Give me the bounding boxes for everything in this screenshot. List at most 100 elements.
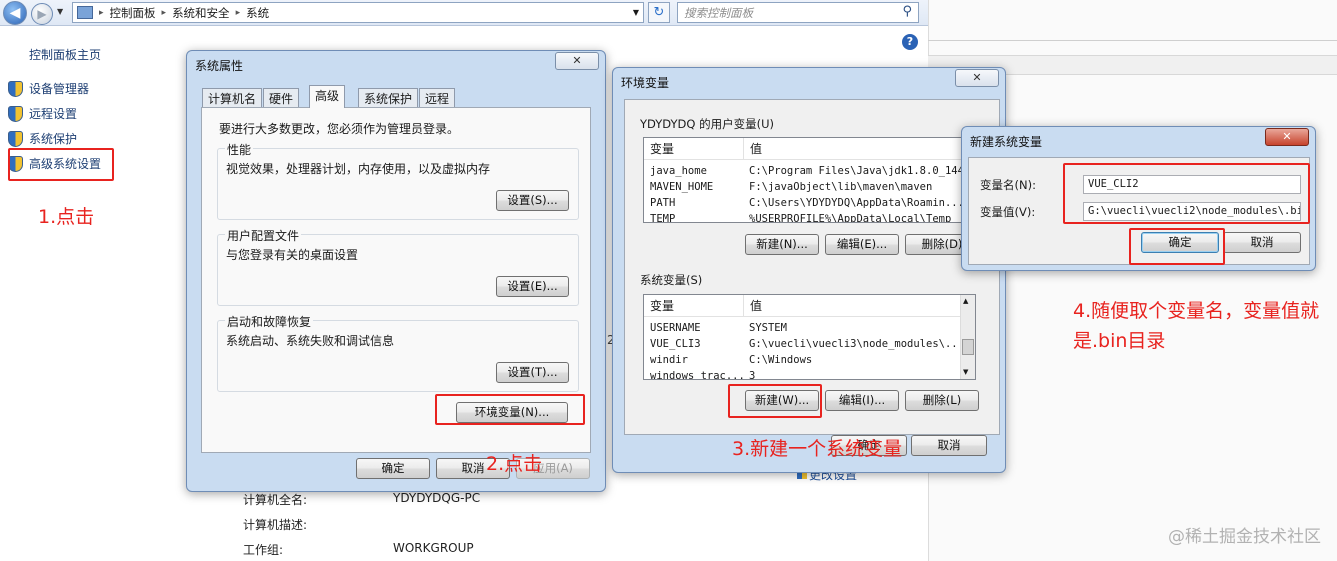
group-description: 系统启动、系统失败和调试信息 [226, 334, 395, 348]
history-dropdown-icon[interactable]: ▼ [57, 7, 63, 16]
shield-icon [8, 105, 23, 122]
forward-button[interactable]: ▶ [31, 3, 53, 25]
var-name: USERNAME [650, 322, 701, 334]
tab-system-protection[interactable]: 系统保护 [358, 88, 419, 108]
breadcrumb-security[interactable]: 系统和安全 [172, 5, 230, 21]
back-button[interactable]: ◀ [3, 1, 27, 25]
user-vars-list[interactable]: 变量 值 java_home C:\Program Files\Java\jdk… [643, 137, 976, 223]
annotation-step3: 3.新建一个系统变量 [732, 438, 903, 460]
annotation-step1: 1.点击 [38, 206, 95, 228]
search-input[interactable]: 搜索控制面板 ⚲ [677, 2, 919, 23]
cancel-button[interactable]: 取消 [1223, 232, 1301, 253]
annotation-step4: 4.随便取个变量名，变量值就是.bin目录 [1073, 300, 1320, 352]
var-value: F:\javaObject\lib\maven\maven [749, 181, 933, 193]
var-name: MAVEN_HOME [650, 181, 714, 193]
group-label: 性能 [225, 141, 254, 158]
scrollbar[interactable]: ▲ ▼ [960, 295, 975, 379]
var-value: 3 [749, 370, 756, 380]
computer-description-label: 计算机描述: [243, 518, 308, 532]
var-value: C:\Program Files\Java\jdk1.8.0_144 [749, 165, 964, 177]
help-icon[interactable]: ? [902, 34, 918, 50]
column-header-value[interactable]: 值 [744, 138, 975, 160]
tab-advanced[interactable]: 高级 [309, 85, 346, 108]
profile-settings-button[interactable]: 设置(E)... [496, 276, 569, 297]
annotation-step2: 2.点击 [486, 453, 543, 475]
var-value: SYSTEM [749, 322, 787, 334]
system-vars-label: 系统变量(S) [640, 273, 703, 287]
chevron-right-icon: ▸ [99, 7, 104, 18]
close-button[interactable]: ✕ [555, 52, 599, 70]
breadcrumb-system[interactable]: 系统 [246, 5, 269, 21]
user-profiles-group: 用户配置文件 与您登录有关的桌面设置 设置(E)... [217, 227, 579, 306]
control-panel-home-link[interactable]: 控制面板主页 [29, 46, 101, 63]
refresh-icon[interactable]: ↻ [648, 2, 670, 23]
dialog-title: 系统属性 [195, 59, 244, 73]
var-value: C:\Windows [749, 354, 813, 366]
group-description: 视觉效果，处理器计划，内存使用，以及虚拟内存 [226, 162, 491, 176]
sidebar-item-label: 设备管理器 [29, 82, 90, 96]
dialog-title: 新建系统变量 [970, 135, 1043, 149]
shield-icon [8, 80, 23, 97]
system-properties-dialog: 系统属性 ✕ 计算机名 硬件 高级 系统保护 远程 要进行大多数更改，您必须作为… [186, 50, 606, 492]
var-value: G:\vuecli\vuecli3\node_modules\... [749, 338, 964, 350]
control-panel-icon [77, 6, 93, 19]
search-placeholder: 搜索控制面板 [684, 6, 753, 20]
shield-icon [8, 130, 23, 147]
group-description: 与您登录有关的桌面设置 [226, 248, 359, 262]
ok-button[interactable]: 确定 [356, 458, 430, 479]
background-divider [928, 40, 1337, 41]
var-value: %USERPROFILE%\AppData\Local\Temp [749, 213, 952, 223]
close-button[interactable]: ✕ [1265, 128, 1309, 146]
performance-settings-button[interactable]: 设置(S)... [496, 190, 569, 211]
var-name: windows_trac... [650, 370, 745, 380]
chevron-right-icon: ▸ [235, 7, 241, 18]
column-header-value[interactable]: 值 [744, 295, 961, 317]
var-value: C:\Users\YDYDYDQ\AppData\Roamin... [749, 197, 964, 209]
scroll-down-icon[interactable]: ▼ [963, 368, 968, 376]
sidebar-item-remote[interactable]: 远程设置 [8, 105, 77, 122]
column-header-variable[interactable]: 变量 [644, 138, 744, 160]
tab-hardware[interactable]: 硬件 [263, 88, 300, 108]
column-header-variable[interactable]: 变量 [644, 295, 744, 317]
var-name: VUE_CLI3 [650, 338, 701, 350]
sidebar-item-protection[interactable]: 系统保护 [8, 130, 77, 147]
group-label: 启动和故障恢复 [225, 313, 314, 330]
group-label: 用户配置文件 [225, 227, 302, 244]
address-field[interactable]: ▸ 控制面板 ▸ 系统和安全 ▸ 系统 ▼ [72, 2, 644, 23]
cancel-button[interactable]: 取消 [911, 435, 987, 456]
highlight-box-ok [1129, 228, 1225, 265]
startup-settings-button[interactable]: 设置(T)... [496, 362, 569, 383]
scroll-up-icon[interactable]: ▲ [963, 297, 968, 305]
system-delete-button[interactable]: 删除(L) [905, 390, 979, 411]
search-icon[interactable]: ⚲ [902, 4, 912, 19]
var-name: java_home [650, 165, 707, 177]
chevron-right-icon: ▸ [161, 7, 167, 18]
system-vars-list[interactable]: 变量 值 USERNAME SYSTEM VUE_CLI3 G:\vuecli\… [643, 294, 976, 380]
breadcrumb-control-panel[interactable]: 控制面板 [110, 5, 156, 21]
computer-fullname-label: 计算机全名: [243, 493, 308, 507]
highlight-box-fields [1063, 163, 1310, 224]
workgroup-label: 工作组: [243, 543, 284, 557]
sidebar-item-device-manager[interactable]: 设备管理器 [8, 80, 89, 97]
scroll-thumb[interactable] [962, 339, 974, 355]
tab-computer-name[interactable]: 计算机名 [202, 88, 263, 108]
var-name: TEMP [650, 213, 676, 223]
dialog-title: 环境变量 [621, 76, 670, 90]
system-edit-button[interactable]: 编辑(I)... [825, 390, 899, 411]
highlight-box-env-button [435, 394, 585, 425]
chevron-down-icon[interactable]: ▼ [633, 8, 639, 17]
close-button[interactable]: ✕ [955, 69, 999, 87]
variable-value-label: 变量值(V): [980, 205, 1036, 219]
variable-name-label: 变量名(N): [980, 178, 1036, 192]
highlight-box-advanced [8, 148, 114, 181]
highlight-box-system-new [728, 384, 822, 418]
sidebar-item-label: 远程设置 [29, 107, 78, 121]
var-name: windir [650, 354, 688, 366]
var-name: PATH [650, 197, 676, 209]
sidebar-item-label: 系统保护 [29, 132, 78, 146]
user-edit-button[interactable]: 编辑(E)... [825, 234, 899, 255]
user-new-button[interactable]: 新建(N)... [745, 234, 819, 255]
tab-remote[interactable]: 远程 [419, 88, 456, 108]
performance-group: 性能 视觉效果，处理器计划，内存使用，以及虚拟内存 设置(S)... [217, 141, 579, 220]
startup-recovery-group: 启动和故障恢复 系统启动、系统失败和调试信息 设置(T)... [217, 313, 579, 392]
